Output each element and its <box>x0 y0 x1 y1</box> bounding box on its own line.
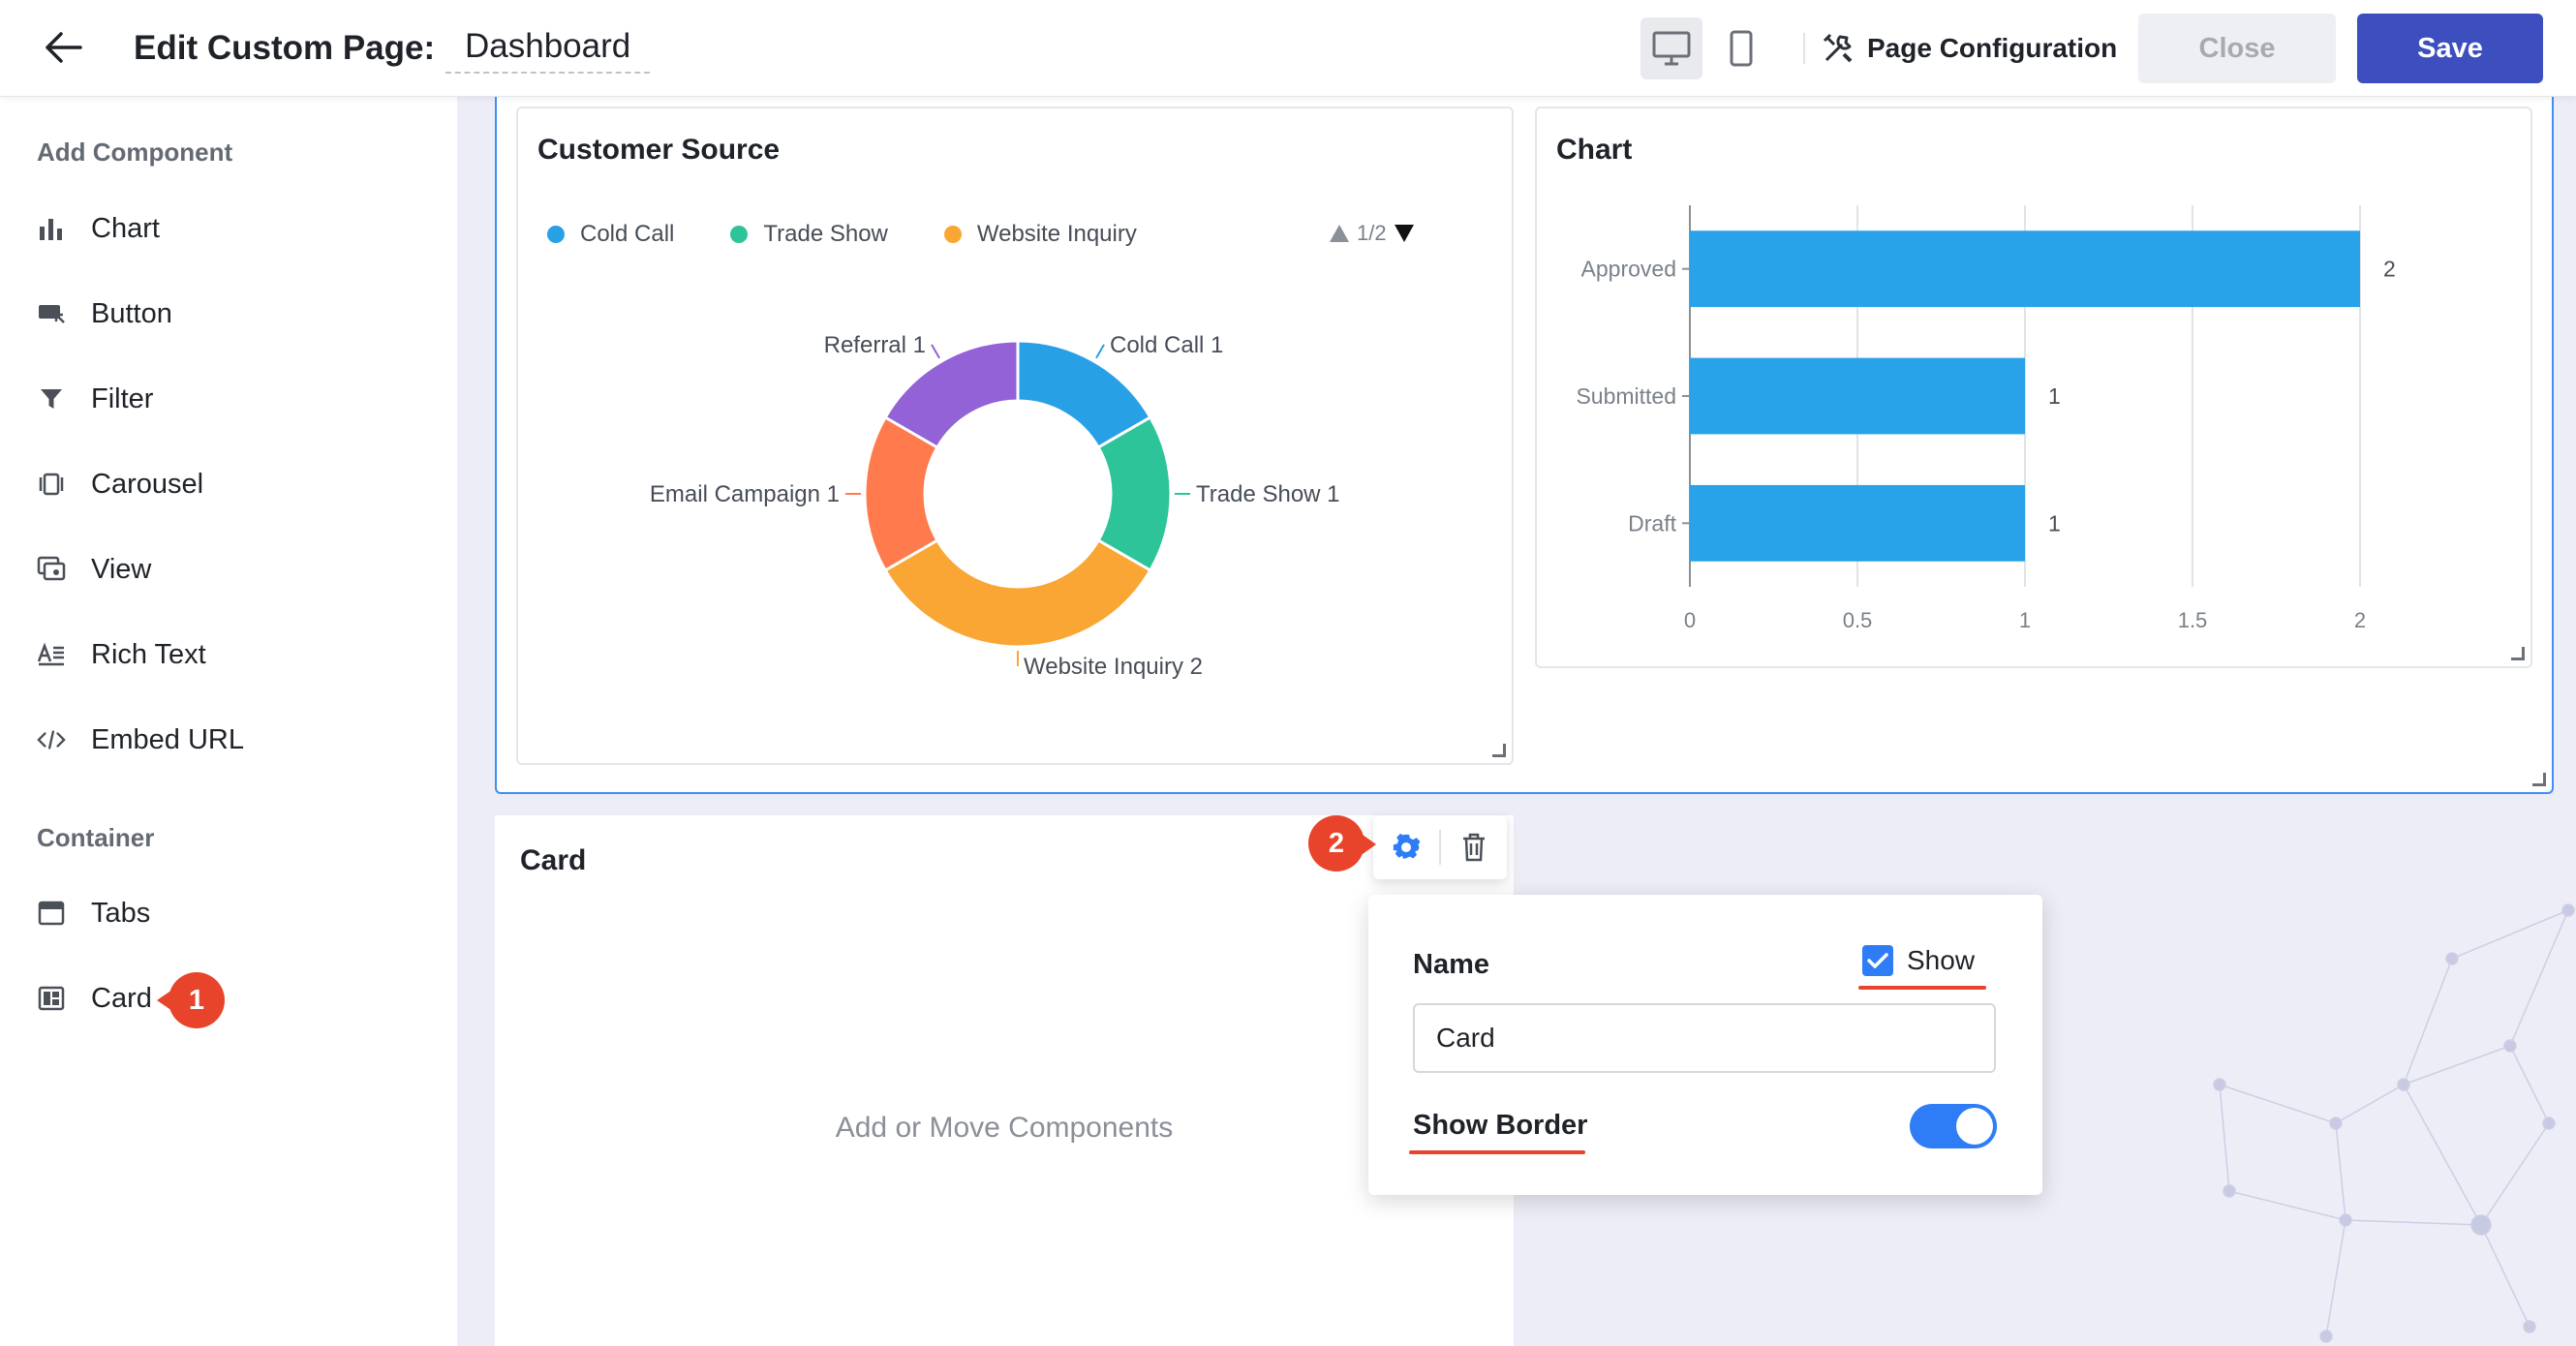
component-filter[interactable]: Filter <box>37 375 153 423</box>
y-tick-label: Submitted <box>1576 383 1676 409</box>
component-label: Embed URL <box>91 723 244 755</box>
resize-handle[interactable] <box>2532 773 2546 786</box>
card-settings-popover: Name Show Show Border <box>1368 895 2042 1195</box>
label-leader-line <box>1095 344 1105 359</box>
label-leader-line <box>931 344 940 359</box>
x-tick-label: 0 <box>1684 608 1696 632</box>
page-name-field[interactable]: Dashboard <box>445 27 651 74</box>
component-label: Card <box>91 982 152 1014</box>
resize-handle[interactable] <box>1492 744 1506 757</box>
card-component[interactable]: Card Add or Move Components <box>495 815 1514 1346</box>
button-icon <box>37 299 66 328</box>
code-icon <box>37 725 66 754</box>
bar[interactable] <box>1690 357 2025 435</box>
tools-icon <box>1823 33 1853 63</box>
close-button[interactable]: Close <box>2138 14 2336 83</box>
mobile-view-button[interactable] <box>1710 17 1772 79</box>
slice-label: Referral 1 <box>824 332 926 358</box>
gear-icon <box>1393 833 1421 860</box>
show-border-label: Show Border <box>1413 1110 1588 1141</box>
x-tick-label: 1 <box>2019 608 2031 632</box>
bar-chart: 0 0.5 1 1.5 2 Approved 2 Submitted 1 Draft 1 <box>1576 205 2396 632</box>
save-button[interactable]: Save <box>2357 14 2543 83</box>
container-heading: Container <box>37 823 155 852</box>
trash-icon <box>1463 833 1485 862</box>
component-chart[interactable]: Chart <box>37 204 160 253</box>
donut-chart: Cold Call 1 Trade Show 1 Website Inquiry 2… <box>650 332 1340 680</box>
slice-label: Email Campaign 1 <box>650 481 840 507</box>
slice-label: Website Inquiry 2 <box>1024 654 1203 680</box>
component-carousel[interactable]: Carousel <box>37 460 203 508</box>
settings-button[interactable] <box>1373 815 1439 879</box>
name-label: Name <box>1413 949 1489 980</box>
component-embed-url[interactable]: Embed URL <box>37 716 244 764</box>
step-badge-2: 2 <box>1308 815 1365 872</box>
component-tabs[interactable]: Tabs <box>37 889 150 937</box>
card-title: Card <box>520 844 587 876</box>
delete-button[interactable] <box>1441 815 1507 879</box>
badge-pointer-icon <box>157 990 172 1011</box>
rich-text-icon <box>37 640 66 669</box>
component-label: Rich Text <box>91 638 206 670</box>
panel-title: Customer Source <box>537 134 781 166</box>
component-card[interactable]: Card <box>37 974 152 1023</box>
donut-slice[interactable] <box>883 537 1152 649</box>
filter-icon <box>37 384 66 413</box>
bar-chart-panel[interactable]: Chart 0 0.5 1 1.5 2 Approved 2 Submitted 1 Draft 1 <box>1535 107 2532 668</box>
show-border-toggle[interactable] <box>1910 1104 1997 1148</box>
component-label: Button <box>91 297 172 329</box>
component-sidebar: Add Component Chart Button Filter Carous… <box>0 97 457 1346</box>
resize-handle[interactable] <box>2511 647 2525 660</box>
component-view[interactable]: View <box>37 545 151 594</box>
bar-value-label: 1 <box>2048 383 2061 409</box>
component-label: Filter <box>91 382 154 414</box>
bar-value-label: 1 <box>2048 510 2061 535</box>
checkbox-checked-icon <box>1862 945 1893 976</box>
badge-pointer-icon <box>1363 835 1376 854</box>
back-button[interactable] <box>39 25 87 70</box>
component-button[interactable]: Button <box>37 290 172 338</box>
bar[interactable] <box>1690 230 2360 308</box>
desktop-icon <box>1652 31 1691 66</box>
highlight-underline <box>1409 1150 1585 1154</box>
tabs-icon <box>37 899 66 928</box>
panel-title: Chart <box>1556 134 1633 166</box>
component-label: Carousel <box>91 468 204 500</box>
bar-chart-icon <box>37 214 66 243</box>
bar[interactable] <box>1690 484 2025 562</box>
slice-label: Cold Call 1 <box>1110 332 1223 358</box>
component-label: Tabs <box>91 897 151 929</box>
component-rich-text[interactable]: Rich Text <box>37 630 206 679</box>
show-name-checkbox[interactable]: Show <box>1862 945 1975 976</box>
y-tick-label: Approved <box>1581 257 1676 282</box>
add-component-heading: Add Component <box>37 138 233 167</box>
x-tick-label: 0.5 <box>1843 608 1873 632</box>
customer-source-panel[interactable]: Customer Source Cold Call Trade Show Web… <box>516 107 1514 765</box>
step-badge-1: 1 <box>169 972 225 1028</box>
card-placeholder: Add or Move Components <box>835 1112 1174 1144</box>
page-title-label: Edit Custom Page: <box>134 29 436 67</box>
header-divider <box>1803 33 1805 64</box>
component-label: View <box>91 553 152 585</box>
page-configuration-button[interactable]: Page Configuration <box>1821 27 2117 70</box>
desktop-view-button[interactable] <box>1641 17 1702 79</box>
component-label: Chart <box>91 212 160 244</box>
x-tick-label: 1.5 <box>2178 608 2208 632</box>
slice-label: Trade Show 1 <box>1196 481 1340 507</box>
arrow-left-icon <box>46 32 82 63</box>
mobile-icon <box>1730 30 1753 67</box>
card-icon <box>37 984 66 1013</box>
page-configuration-label: Page Configuration <box>1867 33 2118 63</box>
bar-value-label: 2 <box>2383 257 2396 282</box>
card-name-input[interactable] <box>1413 1003 1996 1073</box>
view-icon <box>37 555 66 584</box>
card-toolbar <box>1373 815 1507 879</box>
carousel-icon <box>37 470 66 499</box>
highlight-underline <box>1858 986 1986 990</box>
page-header: Edit Custom Page: Dashboard Page Configu… <box>0 0 2576 97</box>
toggle-knob <box>1956 1108 1993 1145</box>
show-label: Show <box>1907 945 1976 975</box>
y-tick-label: Draft <box>1628 510 1676 535</box>
x-tick-label: 2 <box>2354 608 2366 632</box>
